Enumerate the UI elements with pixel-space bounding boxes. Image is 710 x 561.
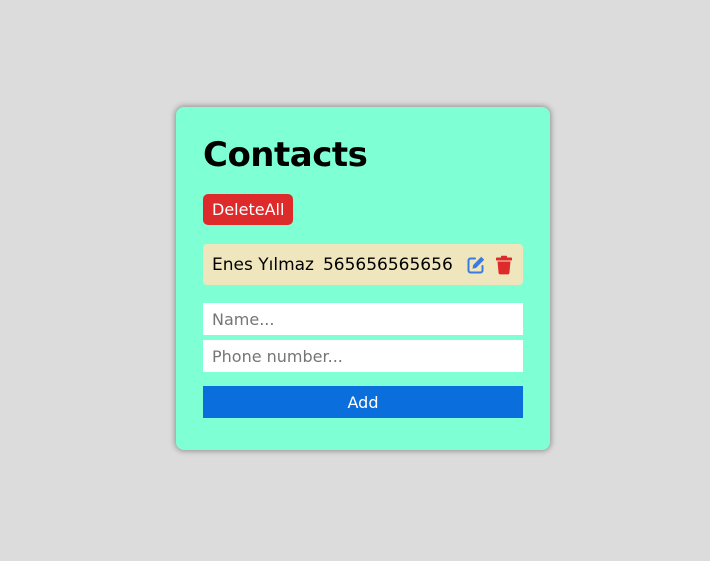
add-button[interactable]: Add — [203, 386, 523, 418]
contact-row: Enes Yılmaz 565656565656 — [203, 244, 523, 285]
contact-list: Enes Yılmaz 565656565656 — [203, 244, 523, 285]
phone-number-input[interactable] — [203, 340, 523, 372]
contact-actions — [465, 254, 515, 276]
name-input[interactable] — [203, 303, 523, 335]
contact-name: Enes Yılmaz — [212, 254, 314, 275]
page-title: Contacts — [203, 135, 368, 175]
trash-icon[interactable] — [493, 254, 515, 276]
contacts-card: Contacts DeleteAll Enes Yılmaz 565656565… — [176, 107, 550, 450]
contact-phone: 565656565656 — [322, 254, 453, 275]
edit-icon[interactable] — [465, 254, 487, 276]
delete-all-button[interactable]: DeleteAll — [203, 194, 294, 225]
